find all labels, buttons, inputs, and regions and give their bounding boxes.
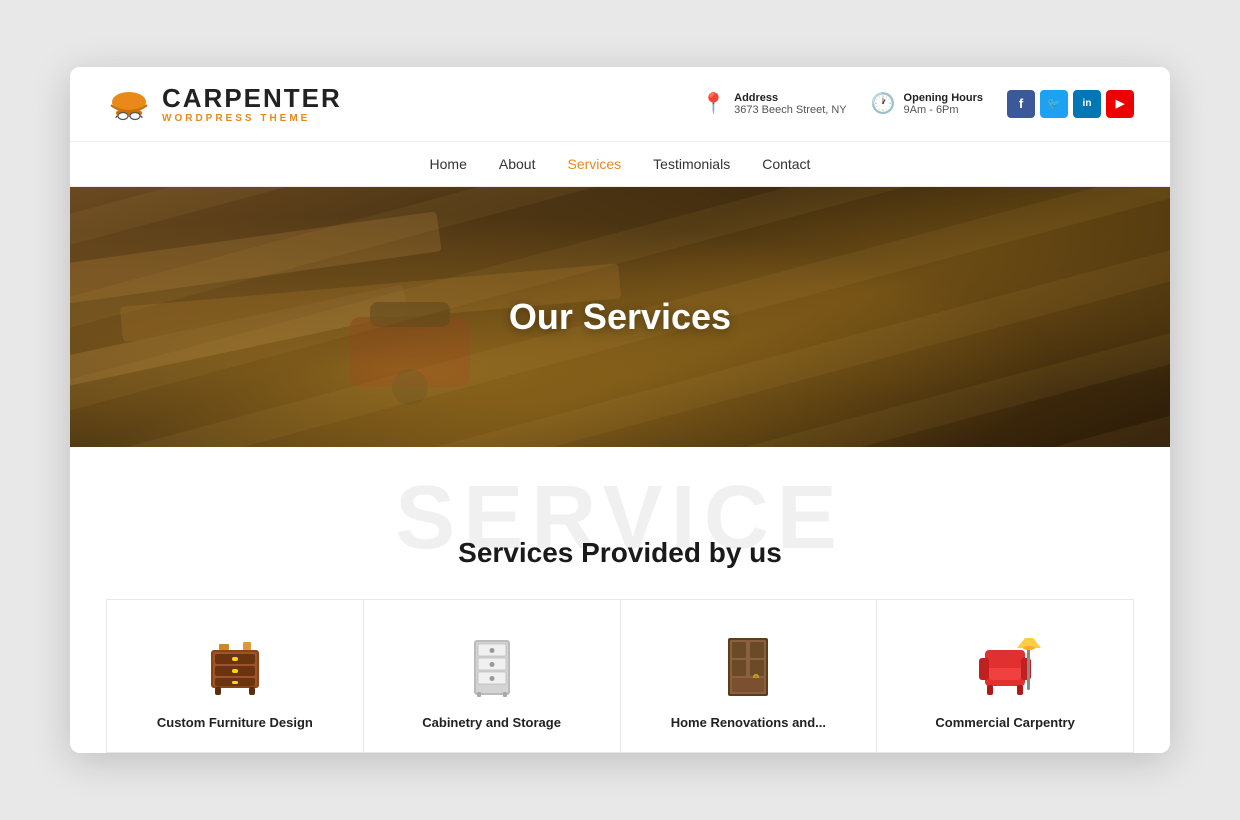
youtube-button[interactable]: ▶ bbox=[1106, 90, 1134, 118]
linkedin-button[interactable]: in bbox=[1073, 90, 1101, 118]
renovation-icon bbox=[712, 630, 784, 702]
facebook-button[interactable]: f bbox=[1007, 90, 1035, 118]
service-card-commercial[interactable]: Commercial Carpentry bbox=[877, 600, 1134, 753]
browser-window: CARPENTER WORDPRESS THEME 📍 Address 3673… bbox=[70, 67, 1170, 753]
site-header: CARPENTER WORDPRESS THEME 📍 Address 3673… bbox=[70, 67, 1170, 142]
address-value: 3673 Beech Street, NY bbox=[734, 104, 847, 116]
commercial-icon bbox=[969, 630, 1041, 702]
cabinetry-icon bbox=[456, 630, 528, 702]
nav-contact[interactable]: Contact bbox=[762, 154, 810, 174]
commercial-label: Commercial Carpentry bbox=[935, 714, 1074, 732]
service-card-furniture[interactable]: Custom Furniture Design bbox=[107, 600, 364, 753]
address-info: 📍 Address 3673 Beech Street, NY bbox=[701, 91, 846, 116]
services-title: Services Provided by us bbox=[106, 537, 1134, 569]
nav-home[interactable]: Home bbox=[430, 154, 467, 174]
service-cards-grid: Custom Furniture Design bbox=[106, 599, 1134, 753]
twitter-button[interactable]: 🐦 bbox=[1040, 90, 1068, 118]
location-icon: 📍 bbox=[701, 91, 726, 116]
nav-bar: Home About Services Testimonials Contact bbox=[70, 142, 1170, 187]
address-label: Address bbox=[734, 92, 847, 104]
logo-area: CARPENTER WORDPRESS THEME bbox=[106, 81, 342, 127]
logo-subtitle: WORDPRESS THEME bbox=[162, 113, 342, 124]
logo-title: CARPENTER bbox=[162, 84, 342, 113]
service-card-renovation[interactable]: Home Renovations and... bbox=[621, 600, 878, 753]
services-section: SERVICE Services Provided by us bbox=[70, 447, 1170, 753]
nav-testimonials[interactable]: Testimonials bbox=[653, 154, 730, 174]
hours-label: Opening Hours bbox=[904, 92, 983, 104]
header-info: 📍 Address 3673 Beech Street, NY 🕐 Openin… bbox=[701, 90, 1134, 118]
nav-services[interactable]: Services bbox=[567, 154, 621, 174]
hero-title: Our Services bbox=[509, 296, 731, 338]
logo-text-block: CARPENTER WORDPRESS THEME bbox=[162, 84, 342, 124]
service-card-cabinetry[interactable]: Cabinetry and Storage bbox=[364, 600, 621, 753]
nav-about[interactable]: About bbox=[499, 154, 536, 174]
renovation-label: Home Renovations and... bbox=[671, 714, 826, 732]
hours-info: 🕐 Opening Hours 9Am - 6Pm bbox=[871, 91, 983, 116]
clock-icon: 🕐 bbox=[871, 91, 896, 116]
furniture-icon bbox=[199, 630, 271, 702]
logo-icon bbox=[106, 81, 152, 127]
hours-value: 9Am - 6Pm bbox=[904, 104, 983, 116]
furniture-label: Custom Furniture Design bbox=[157, 714, 313, 732]
social-icons: f 🐦 in ▶ bbox=[1007, 90, 1134, 118]
hero-banner: Our Services bbox=[70, 187, 1170, 447]
cabinetry-label: Cabinetry and Storage bbox=[422, 714, 561, 732]
